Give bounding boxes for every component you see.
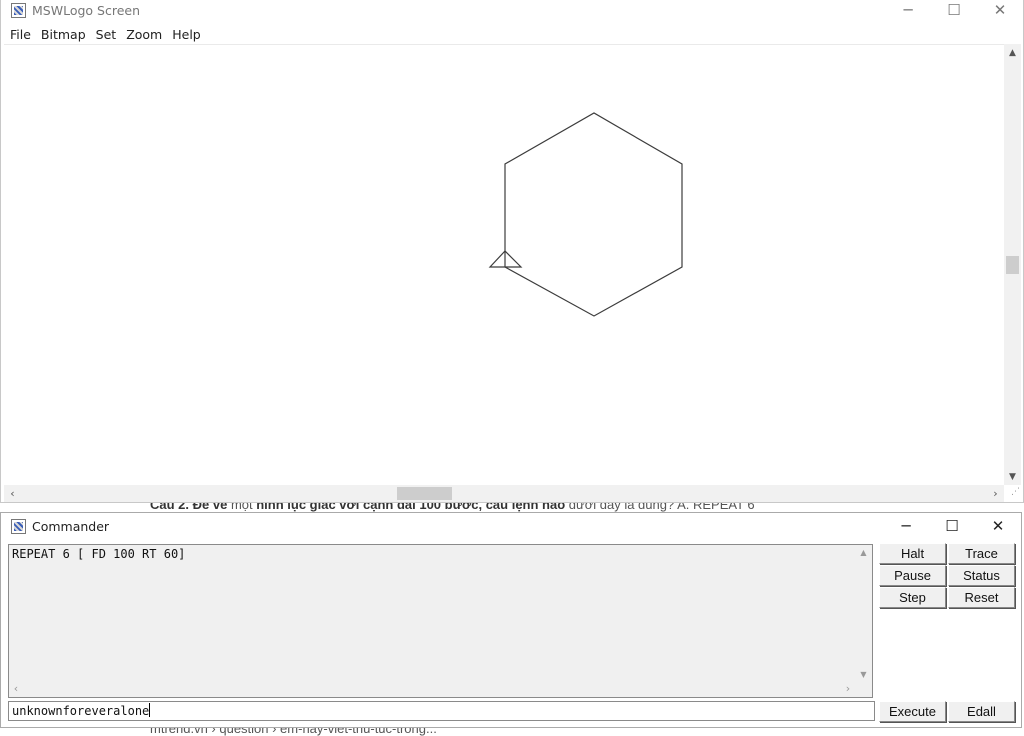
- scroll-left-icon[interactable]: ‹: [4, 485, 21, 502]
- execute-button[interactable]: Execute: [879, 701, 946, 722]
- commander-maximize-button[interactable]: ☐: [929, 513, 975, 539]
- history-vertical-scrollbar[interactable]: ▲ ▼: [855, 545, 872, 681]
- status-button[interactable]: Status: [948, 565, 1015, 586]
- commander-app-icon: [11, 518, 26, 534]
- history-scroll-down-icon[interactable]: ▼: [855, 667, 872, 681]
- command-history-text: REPEAT 6 [ FD 100 RT 60]: [12, 547, 186, 561]
- scroll-right-icon[interactable]: ›: [987, 485, 1004, 502]
- maximize-button[interactable]: ☐: [931, 0, 977, 20]
- minimize-button[interactable]: ─: [885, 0, 931, 20]
- commander-window: Commander ─ ☐ ✕ REPEAT 6 [ FD 100 RT 60]…: [0, 512, 1022, 728]
- resize-grip-icon[interactable]: ⋰: [1006, 487, 1020, 501]
- reset-button[interactable]: Reset: [948, 587, 1015, 608]
- horizontal-scroll-thumb[interactable]: [397, 487, 452, 500]
- trace-button[interactable]: Trace: [948, 543, 1015, 564]
- menu-zoom[interactable]: Zoom: [121, 27, 167, 42]
- text-caret: [149, 703, 151, 717]
- menu-bar: File Bitmap Set Zoom Help: [1, 24, 206, 44]
- turtle-icon: [488, 250, 523, 268]
- commander-close-button[interactable]: ✕: [975, 513, 1021, 539]
- command-history-box[interactable]: REPEAT 6 [ FD 100 RT 60] ▲ ▼ ‹ ›: [8, 544, 873, 698]
- command-input-value: unknownforeveralone: [12, 704, 150, 718]
- mswlogo-app-icon: [11, 2, 26, 18]
- scroll-up-icon[interactable]: ▲: [1004, 44, 1021, 61]
- screen-window-controls: ─ ☐ ✕: [885, 0, 1023, 20]
- history-horizontal-scrollbar[interactable]: ‹ ›: [9, 680, 855, 697]
- commander-titlebar[interactable]: Commander ─ ☐ ✕: [1, 513, 1021, 539]
- step-button[interactable]: Step: [879, 587, 946, 608]
- screen-titlebar[interactable]: MSWLogo Screen ─ ☐ ✕: [1, 0, 1023, 20]
- mswlogo-screen-window: MSWLogo Screen ─ ☐ ✕ File Bitmap Set Zoo…: [0, 0, 1024, 503]
- canvas-vertical-scrollbar[interactable]: ▲ ▼: [1004, 44, 1021, 485]
- pause-button[interactable]: Pause: [879, 565, 946, 586]
- history-scroll-right-icon[interactable]: ›: [841, 680, 855, 697]
- menu-help[interactable]: Help: [167, 27, 206, 42]
- drawing-canvas[interactable]: [4, 44, 1004, 486]
- canvas-horizontal-scrollbar[interactable]: ‹ ›: [4, 485, 1004, 502]
- commander-window-controls: ─ ☐ ✕: [883, 513, 1021, 539]
- turtle-graphics-svg: [488, 112, 683, 317]
- commander-minimize-button[interactable]: ─: [883, 513, 929, 539]
- history-scroll-up-icon[interactable]: ▲: [855, 545, 872, 559]
- history-scroll-left-icon[interactable]: ‹: [9, 680, 23, 697]
- screen-window-title: MSWLogo Screen: [32, 2, 141, 18]
- menu-bitmap[interactable]: Bitmap: [36, 27, 91, 42]
- halt-button[interactable]: Halt: [879, 543, 946, 564]
- commander-window-title: Commander: [32, 518, 110, 534]
- edall-button[interactable]: Edall: [948, 701, 1015, 722]
- scroll-down-icon[interactable]: ▼: [1004, 468, 1021, 485]
- menu-set[interactable]: Set: [91, 27, 122, 42]
- close-button[interactable]: ✕: [977, 0, 1023, 20]
- vertical-scroll-thumb[interactable]: [1006, 256, 1019, 274]
- menu-file[interactable]: File: [5, 27, 36, 42]
- command-input[interactable]: unknownforeveralone: [8, 701, 875, 721]
- hexagon-shape: [504, 112, 683, 317]
